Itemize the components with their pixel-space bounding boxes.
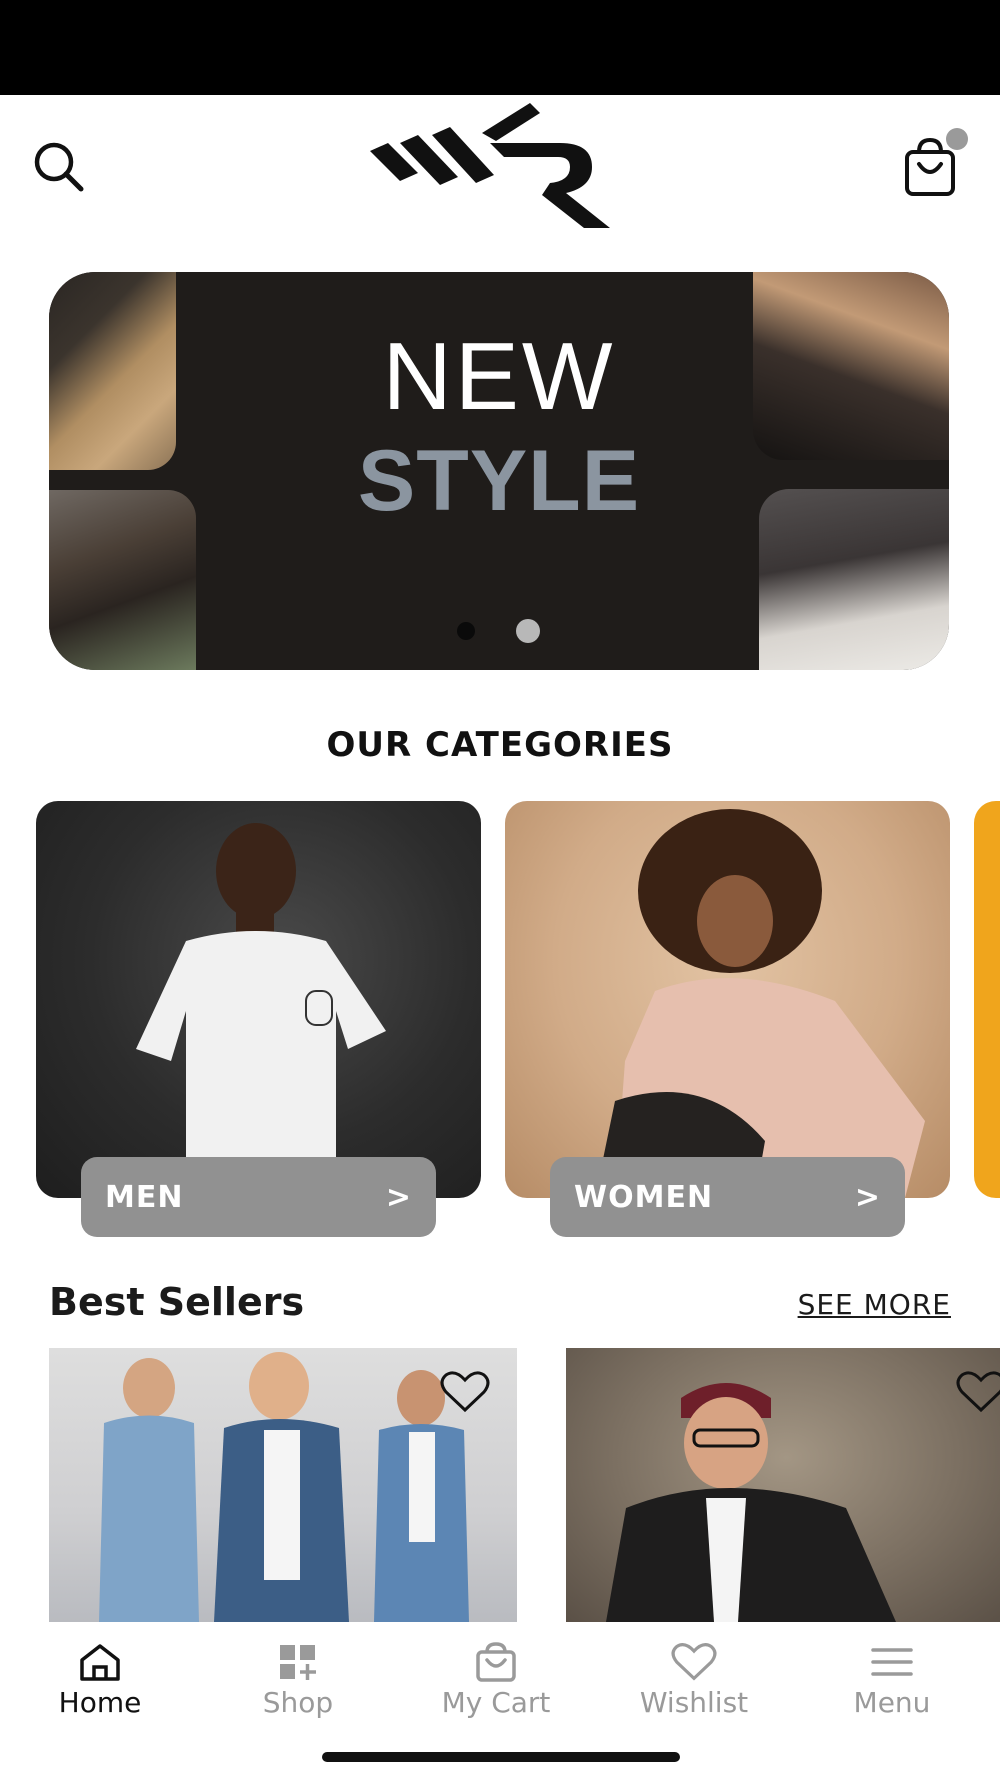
categories-heading: OUR CATEGORIES <box>326 725 674 765</box>
hamburger-icon <box>871 1648 913 1676</box>
nav-home-label: Home <box>58 1686 142 1719</box>
nav-wishlist[interactable]: Wishlist <box>594 1642 794 1719</box>
see-more-link[interactable]: SEE MORE <box>798 1288 951 1321</box>
category-card-men[interactable] <box>36 801 481 1198</box>
shopping-bag-icon <box>476 1642 516 1682</box>
banner-headline: NEW <box>382 323 616 430</box>
nav-shop[interactable]: Shop <box>198 1642 398 1719</box>
nav-home[interactable]: Home <box>0 1642 200 1719</box>
product-card-leather-jacket[interactable] <box>566 1348 1000 1622</box>
category-button-women[interactable]: WOMEN > <box>550 1157 905 1237</box>
women-photo <box>595 809 925 1198</box>
home-indicator[interactable] <box>322 1752 680 1762</box>
product-photo-leather <box>606 1383 896 1622</box>
men-photo <box>136 823 386 1198</box>
heart-icon[interactable] <box>440 1370 490 1414</box>
chevron-right-icon: > <box>385 1179 412 1215</box>
category-card-next-peek[interactable] <box>974 801 1000 1198</box>
nav-shop-label: Shop <box>262 1686 334 1719</box>
nav-menu[interactable]: Menu <box>792 1642 992 1719</box>
chevron-right-icon: > <box>854 1179 881 1215</box>
nav-my-cart[interactable]: My Cart <box>396 1642 596 1719</box>
nav-my-cart-label: My Cart <box>441 1686 551 1719</box>
brand-logo[interactable] <box>370 103 615 228</box>
grid-plus-icon <box>280 1645 316 1680</box>
nav-menu-label: Menu <box>853 1686 931 1719</box>
category-card-women[interactable] <box>505 801 950 1198</box>
search-icon[interactable] <box>30 138 86 194</box>
heart-icon <box>671 1643 717 1681</box>
home-icon <box>80 1644 120 1681</box>
category-button-men[interactable]: MEN > <box>81 1157 436 1237</box>
status-bar <box>0 0 1000 95</box>
carousel-dot-1[interactable] <box>457 622 475 640</box>
carousel-dot-2[interactable] <box>516 619 540 643</box>
promo-banner[interactable]: NEW STYLE <box>49 272 949 670</box>
best-sellers-heading: Best Sellers <box>49 1280 305 1324</box>
nav-wishlist-label: Wishlist <box>639 1686 749 1719</box>
banner-subheadline: STYLE <box>357 433 641 529</box>
category-label-women: WOMEN <box>574 1179 714 1215</box>
cart-badge <box>946 128 968 150</box>
heart-icon[interactable] <box>956 1370 1000 1414</box>
category-label-men: MEN <box>105 1179 184 1215</box>
